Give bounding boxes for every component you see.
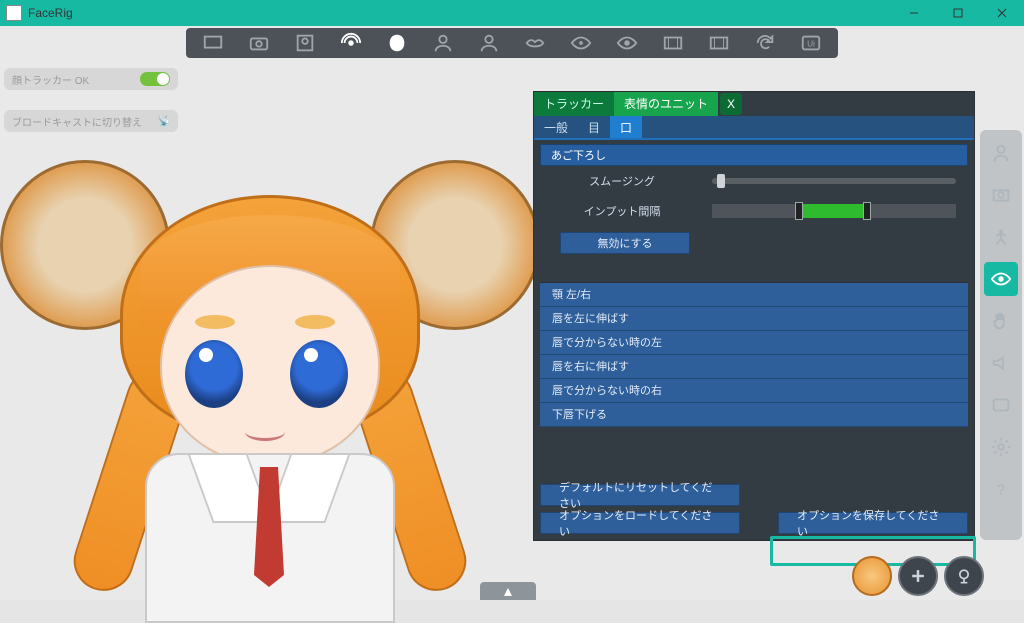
input-interval-handle-a[interactable] xyxy=(795,202,803,220)
list-item[interactable]: 唇を左に伸ばす xyxy=(540,307,968,331)
input-interval-fill xyxy=(795,204,863,218)
face-tracker-label: 顔トラッカー OK xyxy=(12,72,89,87)
toolbar-eye-rec-icon[interactable] xyxy=(605,28,649,58)
rbar-card-icon[interactable] xyxy=(984,388,1018,422)
list-item[interactable]: 唇で分からない時の左 xyxy=(540,331,968,355)
rbar-camera-icon[interactable] xyxy=(984,178,1018,212)
svg-text:Ui: Ui xyxy=(807,40,815,49)
rbar-avatar-icon[interactable] xyxy=(984,136,1018,170)
subtab-general[interactable]: 一般 xyxy=(534,116,578,138)
broadcast-label: ブロードキャストに切り替え xyxy=(12,114,142,129)
rbar-pose-icon[interactable] xyxy=(984,220,1018,254)
window-close-button[interactable] xyxy=(980,0,1024,26)
toolbar-ui-icon[interactable]: Ui xyxy=(789,28,833,58)
toolbar-film-icon[interactable] xyxy=(651,28,695,58)
expression-panel: トラッカー 表情のユニット X 一般 目 口 あご下ろし スムージング インプッ… xyxy=(534,92,974,540)
toolbar-face-icon[interactable] xyxy=(375,28,419,58)
toolbar-portrait-icon[interactable] xyxy=(283,28,327,58)
reset-defaults-button[interactable]: デフォルトにリセットしてください xyxy=(540,484,740,506)
face-tracker-chip[interactable]: 顔トラッカー OK xyxy=(4,68,178,90)
avatar-preview xyxy=(40,175,500,605)
smoothing-slider[interactable] xyxy=(712,178,956,184)
window-maximize-button[interactable] xyxy=(936,0,980,26)
right-toolbar: ? xyxy=(980,130,1022,540)
save-options-button[interactable]: オプションを保存してください xyxy=(778,512,968,534)
list-item[interactable]: 唇で分からない時の右 xyxy=(540,379,968,403)
toolbar-person2-icon[interactable] xyxy=(467,28,511,58)
bottom-collapse-arrow[interactable]: ▴ xyxy=(480,582,536,600)
list-item[interactable]: 下唇下げる xyxy=(540,403,968,427)
load-options-button[interactable]: オプションをロードしてください xyxy=(540,512,740,534)
rbar-eye-settings-icon[interactable] xyxy=(984,262,1018,296)
broadcast-chip[interactable]: ブロードキャストに切り替え 📡 xyxy=(4,110,178,132)
section-jaw-open[interactable]: あご下ろし xyxy=(540,144,968,166)
svg-text:?: ? xyxy=(997,483,1005,499)
toolbar-film2-icon[interactable] xyxy=(697,28,741,58)
rbar-help-icon[interactable]: ? xyxy=(984,472,1018,506)
rbar-hand-icon[interactable] xyxy=(984,304,1018,338)
broadcast-icon: 📡 xyxy=(158,116,170,127)
input-interval-range[interactable] xyxy=(712,204,956,218)
webcam-button[interactable] xyxy=(944,556,984,596)
expression-list: 顎 左/右 唇を左に伸ばす 唇で分からない時の左 唇を右に伸ばす 唇で分からない… xyxy=(540,282,968,427)
disable-button[interactable]: 無効にする xyxy=(560,232,690,254)
toolbar-camera-icon[interactable] xyxy=(237,28,281,58)
input-interval-label: インプット間隔 xyxy=(552,203,692,219)
viewport: 顔トラッカー OK ブロードキャストに切り替え 📡 トラッカー 表情のユニット … xyxy=(0,60,1024,600)
app-title: FaceRig xyxy=(28,6,73,20)
list-item[interactable]: 唇を右に伸ばす xyxy=(540,355,968,379)
app-icon xyxy=(6,5,22,21)
face-tracker-toggle[interactable] xyxy=(140,72,170,86)
window-minimize-button[interactable] xyxy=(892,0,936,26)
panel-tab-tracker[interactable]: トラッカー xyxy=(534,92,614,116)
add-button[interactable] xyxy=(898,556,938,596)
top-toolbar: Ui xyxy=(0,26,1024,60)
rbar-gear-icon[interactable] xyxy=(984,430,1018,464)
smoothing-label: スムージング xyxy=(552,173,692,189)
smoothing-thumb[interactable] xyxy=(717,174,725,188)
panel-close-button[interactable]: X xyxy=(720,93,742,115)
titlebar: FaceRig xyxy=(0,0,1024,26)
input-interval-handle-b[interactable] xyxy=(863,202,871,220)
toolbar-screen-icon[interactable] xyxy=(191,28,235,58)
rbar-announce-icon[interactable] xyxy=(984,346,1018,380)
subtab-eye[interactable]: 目 xyxy=(578,116,610,138)
panel-tab-units[interactable]: 表情のユニット xyxy=(614,92,718,116)
subtab-mouth[interactable]: 口 xyxy=(610,116,642,138)
list-item[interactable]: 顎 左/右 xyxy=(540,283,968,307)
toolbar-refresh-icon[interactable] xyxy=(743,28,787,58)
toolbar-broadcast-icon[interactable] xyxy=(329,28,373,58)
toolbar-person-icon[interactable] xyxy=(421,28,465,58)
toolbar-lips-icon[interactable] xyxy=(513,28,557,58)
toolbar-eye-icon[interactable] xyxy=(559,28,603,58)
avatar-thumb-button[interactable] xyxy=(852,556,892,596)
